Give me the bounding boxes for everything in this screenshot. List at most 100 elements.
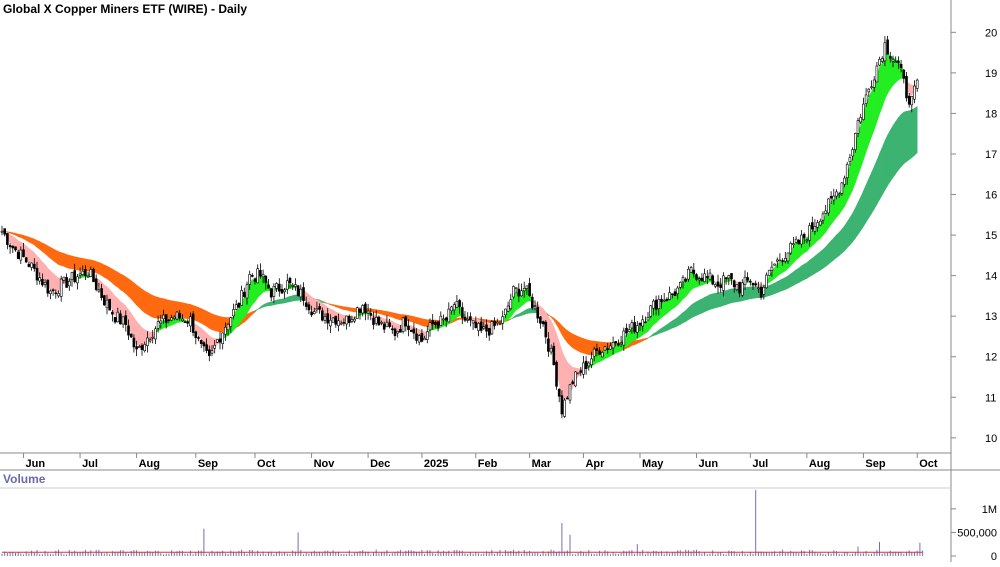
- candle-body: [416, 334, 418, 341]
- candle-body: [569, 385, 571, 400]
- candle-body: [432, 321, 434, 324]
- candle-body: [801, 235, 803, 244]
- candle-body: [652, 301, 654, 308]
- long-term-ma-band-segment: [818, 252, 821, 272]
- candle-body: [429, 323, 431, 330]
- price-tick-label: 16: [985, 190, 997, 202]
- candle-body: [348, 316, 350, 323]
- long-term-ma-band-segment: [527, 308, 530, 313]
- chart-title: Global X Copper Miners ETF (WIRE) - Dail…: [3, 2, 247, 16]
- long-term-ma-band-segment: [131, 281, 134, 302]
- long-term-ma-band-segment: [861, 191, 864, 230]
- candle: [402, 317, 404, 334]
- short-term-ma-band-segment: [42, 262, 45, 281]
- candle-body: [836, 192, 838, 196]
- candle: [790, 241, 792, 255]
- long-term-ma-band-segment: [123, 275, 126, 293]
- long-term-ma-band-segment: [834, 235, 837, 260]
- long-term-ma-band-segment: [29, 237, 32, 243]
- long-term-ma-band-segment: [680, 313, 683, 325]
- long-term-ma-band-segment: [341, 306, 344, 309]
- long-term-ma-band-segment: [150, 294, 153, 317]
- candle-body: [494, 321, 496, 325]
- candle-body: [647, 317, 649, 320]
- candle-body: [550, 348, 552, 352]
- long-term-ma-band-segment: [839, 229, 842, 255]
- volume-tick-label: 500,000: [957, 527, 997, 539]
- long-term-ma-band-segment: [845, 222, 848, 251]
- candle-body: [617, 344, 619, 346]
- candle-body: [98, 290, 100, 291]
- candle-body: [39, 278, 41, 281]
- candle-body: [846, 164, 848, 177]
- long-term-ma-band-segment: [888, 130, 891, 185]
- long-term-ma-band-segment: [134, 283, 137, 305]
- candle-body: [335, 316, 337, 324]
- long-term-ma-band-segment: [530, 308, 533, 313]
- short-term-ma-band-segment: [880, 63, 883, 114]
- long-term-ma-band-segment: [748, 287, 751, 300]
- candle-body: [720, 285, 722, 288]
- long-term-ma-band-segment: [721, 291, 724, 306]
- candle-body: [189, 317, 191, 326]
- long-term-ma-band-segment: [804, 263, 807, 280]
- candle-body: [558, 389, 560, 396]
- candle-body: [798, 240, 800, 244]
- long-term-ma-band-segment: [42, 243, 45, 253]
- candle-body: [9, 245, 11, 246]
- long-term-ma-band-segment: [796, 268, 799, 284]
- candle-body: [817, 223, 819, 228]
- long-term-ma-band-segment: [831, 238, 834, 262]
- candle-body: [41, 279, 43, 285]
- candle-body: [23, 250, 25, 257]
- candle-body: [701, 278, 703, 281]
- candle-body: [553, 346, 555, 365]
- candle-body: [763, 287, 765, 294]
- long-term-ma-band-segment: [855, 203, 858, 239]
- candle-body: [755, 284, 757, 285]
- candle-body: [784, 258, 786, 261]
- candle: [513, 285, 515, 299]
- candle-body: [206, 345, 208, 351]
- candle-body: [585, 361, 587, 369]
- long-term-ma-band-segment: [18, 234, 21, 237]
- candle-body: [370, 313, 372, 315]
- candle-body: [542, 322, 544, 324]
- short-term-ma-band-segment: [236, 309, 239, 327]
- long-term-ma-band-segment: [872, 167, 875, 214]
- long-term-ma-band-segment: [172, 301, 175, 319]
- candle-body: [677, 288, 679, 294]
- long-term-ma-band-segment: [874, 160, 877, 209]
- candle-body: [233, 310, 235, 316]
- candle: [356, 307, 358, 319]
- candle-body: [814, 227, 816, 232]
- long-term-ma-band-segment: [32, 238, 35, 245]
- candle-body: [154, 329, 156, 339]
- long-term-ma-band-segment: [382, 311, 385, 316]
- long-term-ma-band-segment: [707, 295, 710, 311]
- candle-body: [663, 300, 665, 301]
- long-term-ma-band-segment: [45, 244, 48, 256]
- long-term-ma-band-segment: [395, 313, 398, 319]
- candle-body: [332, 318, 334, 322]
- long-term-ma-band-segment: [290, 296, 293, 302]
- price-tick-label: 18: [985, 108, 997, 120]
- long-term-ma-band-segment: [850, 213, 853, 245]
- long-term-ma-band-segment: [785, 276, 788, 290]
- candle-body: [661, 299, 663, 302]
- candle-body: [690, 267, 692, 272]
- candle-body: [526, 286, 528, 289]
- long-term-ma-band-segment: [411, 316, 414, 322]
- candle-body: [346, 316, 348, 324]
- short-term-ma-band-segment: [837, 195, 840, 217]
- candle: [564, 398, 566, 418]
- long-term-ma-band-segment: [80, 258, 83, 270]
- candle-body: [887, 40, 889, 54]
- long-term-ma-band-segment: [142, 289, 145, 313]
- long-term-ma-band-segment: [269, 302, 272, 306]
- candle-body: [601, 352, 603, 357]
- long-term-ma-band-segment: [293, 295, 296, 301]
- candle-body: [338, 321, 340, 326]
- long-term-ma-band-segment: [115, 271, 118, 287]
- short-term-ma-band-segment: [51, 271, 54, 290]
